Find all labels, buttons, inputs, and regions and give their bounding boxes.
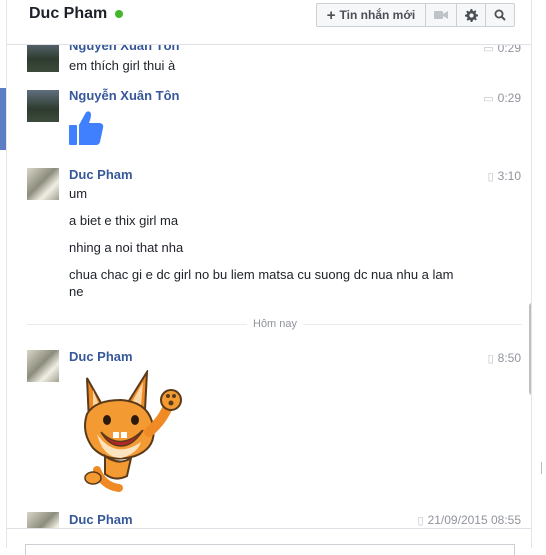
search-button[interactable] — [486, 4, 514, 26]
left-panel-selection — [0, 88, 6, 150]
message-input[interactable] — [25, 544, 515, 555]
chat-icon: ▭ — [483, 44, 494, 55]
message-text: a biet e thix girl ma — [69, 213, 179, 228]
mobile-icon: ▯ — [487, 170, 494, 183]
message-time: ▯ 3:10 — [487, 169, 521, 183]
message-text: chua chac gi e dc girl no bu liem matsa … — [69, 267, 454, 299]
sender-name[interactable]: Nguyễn Xuân Tôn — [69, 88, 180, 103]
new-message-label: Tin nhắn mới — [339, 8, 416, 22]
avatar[interactable] — [27, 44, 59, 72]
video-call-button[interactable] — [426, 4, 457, 26]
header-toolbar: + Tin nhắn mới — [316, 3, 515, 27]
plus-icon: + — [326, 6, 336, 24]
mobile-icon: ▯ — [417, 514, 424, 527]
date-divider-label: Hôm nay — [247, 318, 304, 330]
avatar[interactable] — [27, 512, 59, 528]
search-icon — [494, 9, 506, 21]
left-panel-edge — [0, 0, 7, 548]
message-text: em thích girl thui à — [69, 58, 176, 73]
message-list[interactable]: Nguyễn Xuân Tôn ▭ 0:29 em thích girl thu… — [7, 44, 531, 528]
message-time: ▭ 0:29 — [483, 91, 521, 105]
new-message-button[interactable]: + Tin nhắn mới — [317, 4, 426, 26]
message-time: ▯ 8:50 — [487, 351, 521, 365]
sender-name[interactable]: Duc Pham — [69, 167, 133, 182]
message-composer — [7, 528, 531, 555]
mobile-icon: ▯ — [487, 352, 494, 365]
chat-header: Duc Pham + Tin nhắn mới — [7, 0, 531, 45]
conversation-title[interactable]: Duc Pham — [29, 5, 107, 23]
gear-icon — [464, 8, 478, 22]
message-text: um — [69, 186, 88, 201]
sender-name[interactable]: Duc Pham — [69, 512, 133, 527]
message-time: ▯ 21/09/2015 08:55 — [417, 513, 521, 527]
video-camera-icon — [434, 11, 448, 19]
sender-name[interactable]: Duc Pham — [69, 349, 133, 364]
avatar[interactable] — [27, 350, 59, 382]
online-status-dot — [115, 10, 123, 18]
message-text: nhing a noi that nha — [69, 240, 184, 255]
settings-button[interactable] — [457, 4, 486, 26]
thumbs-up-icon — [69, 111, 104, 145]
chat-icon: ▭ — [483, 92, 494, 105]
chat-right-border — [531, 0, 532, 548]
outer-scroll-marker — [541, 462, 542, 474]
fox-sticker[interactable] — [75, 370, 183, 492]
scrollbar-thumb[interactable] — [529, 303, 531, 395]
avatar[interactable] — [27, 90, 59, 122]
avatar[interactable] — [27, 168, 59, 200]
message-time: ▭ 0:29 — [483, 44, 521, 55]
sender-name[interactable]: Nguyễn Xuân Tôn — [69, 44, 180, 53]
